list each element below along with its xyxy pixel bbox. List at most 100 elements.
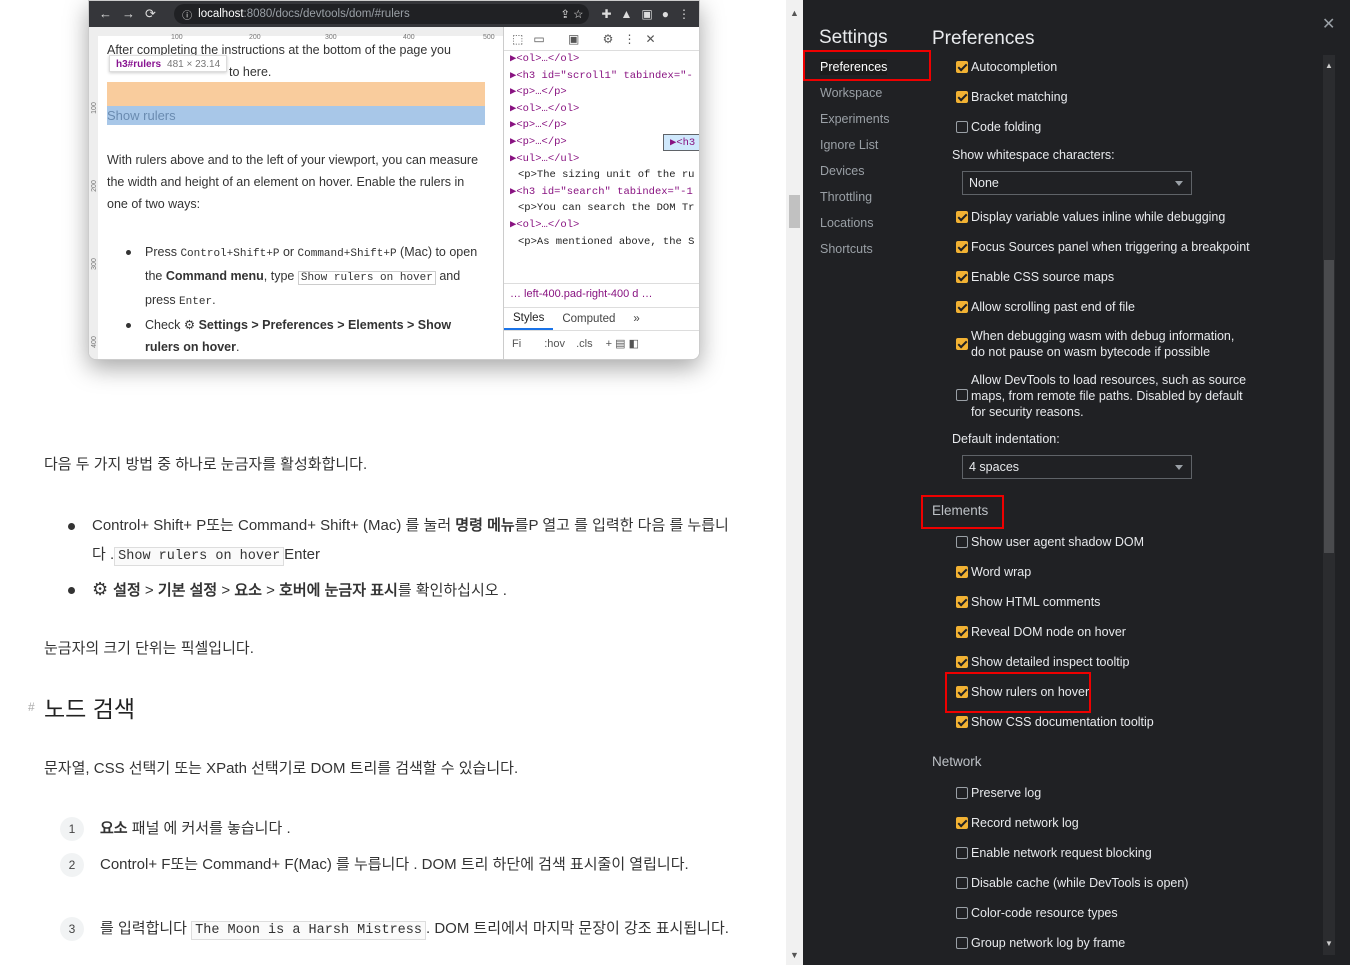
option-word-wrap[interactable]: Word wrap	[956, 564, 1031, 580]
option-enable-css-source-maps[interactable]: Enable CSS source maps	[956, 269, 1114, 285]
tab-more: »	[633, 313, 640, 325]
close-icon[interactable]: ✕	[1322, 14, 1335, 34]
sidebar-item-devices[interactable]: Devices	[820, 163, 864, 179]
option-display-variable-values-inline-while-debugging[interactable]: Display variable values inline while deb…	[956, 209, 1225, 225]
scroll-up-arrow[interactable]: ▲	[1325, 61, 1333, 70]
option-record-network-log[interactable]: Record network log	[956, 815, 1079, 831]
browser-nav-icons: ←→⟳	[99, 6, 166, 21]
shot-paragraph-2: With rulers above and to the left of you…	[107, 153, 479, 211]
checkbox[interactable]	[956, 338, 968, 350]
doc-bold: 명령 메뉴	[455, 517, 515, 534]
checkbox[interactable]	[956, 566, 968, 578]
option-show-user-agent-shadow-dom[interactable]: Show user agent shadow DOM	[956, 534, 1144, 550]
gear-icon: ⚙	[92, 579, 114, 599]
checkbox[interactable]	[956, 626, 968, 638]
option-group-network-log-by-frame[interactable]: Group network log by frame	[956, 935, 1125, 951]
scroll-up-arrow[interactable]: ▲	[790, 8, 799, 18]
checkbox[interactable]	[956, 536, 968, 548]
checkbox[interactable]	[956, 61, 968, 73]
checkbox[interactable]	[956, 596, 968, 608]
option-disable-cache-while-devtools-is-open[interactable]: Disable cache (while DevTools is open)	[956, 875, 1188, 891]
checkbox[interactable]	[956, 91, 968, 103]
shot-bullet-2: Check ⚙ Settings > Preferences > Element…	[126, 314, 485, 358]
option-wasm[interactable]: When debugging wasm with debug informati…	[956, 328, 1234, 360]
checkbox[interactable]	[956, 211, 968, 223]
sidebar-item-ignore-list[interactable]: Ignore List	[820, 137, 878, 153]
doc-step: 1 요소 패널 에 커서를 놓습니다 .	[60, 815, 740, 842]
checkbox[interactable]	[956, 389, 968, 401]
checkbox[interactable]	[956, 241, 968, 253]
checkbox[interactable]	[956, 937, 968, 949]
option-label: Bracket matching	[971, 90, 1068, 104]
option-label: Allow scrolling past end of file	[971, 300, 1135, 314]
option-label: Show detailed inspect tooltip	[971, 655, 1130, 669]
doc-text: 를 입력합니다	[100, 920, 192, 937]
doc-scrollbar[interactable]: ▲ ▼	[786, 0, 803, 965]
option-show-css-documentation-tooltip[interactable]: Show CSS documentation tooltip	[956, 714, 1154, 730]
ruler-tick: 400	[90, 336, 98, 348]
checkbox[interactable]	[956, 271, 968, 283]
option-reveal-dom-node-on-hover[interactable]: Reveal DOM node on hover	[956, 624, 1126, 640]
option-label: Display variable values inline while deb…	[971, 210, 1226, 224]
address-bar: ⓘ localhost:8080/docs/devtools/dom/#rule…	[174, 4, 590, 24]
highlight-box-rulers	[945, 672, 1091, 713]
styles-filter: Fi :hov .cls + ▤ ◧	[504, 333, 699, 355]
settings-scroll-thumb[interactable]	[1324, 260, 1334, 553]
option-label-line: When debugging wasm with debug informati…	[971, 329, 1235, 343]
option-remote-resources[interactable]: Allow DevTools to load resources, such a…	[956, 372, 1246, 420]
doc-scroll-thumb[interactable]	[789, 195, 800, 228]
option-allow-scrolling-past-end-of-file[interactable]: Allow scrolling past end of file	[956, 299, 1135, 315]
option-label: Show user agent shadow DOM	[971, 535, 1145, 549]
option-label: Focus Sources panel when triggering a br…	[971, 240, 1250, 254]
doc-text: Enter	[284, 546, 321, 563]
settings-scrollbar[interactable]: ▲ ▼	[1323, 55, 1335, 955]
highlight-box-elements	[921, 495, 1004, 529]
highlight-box-preferences	[803, 50, 931, 81]
checkbox[interactable]	[956, 787, 968, 799]
dom-node: ▶<ol>…</ol>	[510, 102, 580, 115]
doc-text: 패널 에 커서를 놓습니다 .	[127, 820, 291, 837]
cls-toggle: .cls	[576, 338, 593, 350]
dom-node: <p>As mentioned above, the S	[518, 235, 695, 248]
doc-text: >	[140, 582, 158, 599]
sidebar-item-workspace[interactable]: Workspace	[820, 85, 882, 101]
option-enable-network-request-blocking[interactable]: Enable network request blocking	[956, 845, 1152, 861]
doc-bold[interactable]: 설정	[113, 582, 141, 599]
doc-text: . DOM 트리에서 마지막 문장이 강조 표시됩니다.	[425, 920, 729, 937]
option-bracket-matching[interactable]: Bracket matching	[956, 89, 1068, 105]
shot-code: Command+Shift+P	[297, 248, 397, 260]
option-show-detailed-inspect-tooltip[interactable]: Show detailed inspect tooltip	[956, 654, 1129, 670]
sidebar-item-locations[interactable]: Locations	[820, 215, 874, 231]
checkbox[interactable]	[956, 656, 968, 668]
doc-bold: 요소	[100, 820, 128, 837]
checkbox[interactable]	[956, 877, 968, 889]
doc-bullet-2: ⚙ 설정 > 기본 설정 > 요소 > 호버에 눈금자 표시를 확인하십시오 .	[68, 575, 732, 605]
option-show-html-comments[interactable]: Show HTML comments	[956, 594, 1100, 610]
option-code-folding[interactable]: Code folding	[956, 119, 1041, 135]
checkbox[interactable]	[956, 817, 968, 829]
sidebar-item-experiments[interactable]: Experiments	[820, 111, 889, 127]
option-label-line: do not pause on wasm bytecode if possibl…	[971, 345, 1211, 359]
option-color-code-resource-types[interactable]: Color-code resource types	[956, 905, 1118, 921]
scroll-down-arrow[interactable]: ▼	[1325, 939, 1333, 948]
dom-node: ▶<h3 id="scroll1" tabindex="-	[510, 69, 693, 82]
heading-anchor[interactable]: #	[28, 700, 35, 714]
doc-text: 를 확인하십시오 .	[397, 582, 507, 599]
checkbox[interactable]	[956, 716, 968, 728]
margin-highlight	[107, 82, 485, 106]
dom-node: ▶<h3 id="search" tabindex="-1	[510, 185, 693, 198]
option-preserve-log[interactable]: Preserve log	[956, 785, 1041, 801]
sidebar-item-shortcuts[interactable]: Shortcuts	[820, 241, 873, 257]
option-autocompletion[interactable]: Autocompletion	[956, 59, 1057, 75]
option-focus-sources-panel-when-triggering-a-breakpoint[interactable]: Focus Sources panel when triggering a br…	[956, 239, 1250, 255]
checkbox[interactable]	[956, 847, 968, 859]
indent-select[interactable]: 4 spaces	[962, 455, 1192, 479]
checkbox[interactable]	[956, 121, 968, 133]
scroll-down-arrow[interactable]: ▼	[790, 950, 799, 960]
docs-page: ←→⟳ ⓘ localhost:8080/docs/devtools/dom/#…	[0, 0, 786, 965]
sidebar-item-throttling[interactable]: Throttling	[820, 189, 872, 205]
checkbox[interactable]	[956, 301, 968, 313]
whitespace-select[interactable]: None	[962, 171, 1192, 195]
option-label: Show HTML comments	[971, 595, 1101, 609]
checkbox[interactable]	[956, 907, 968, 919]
